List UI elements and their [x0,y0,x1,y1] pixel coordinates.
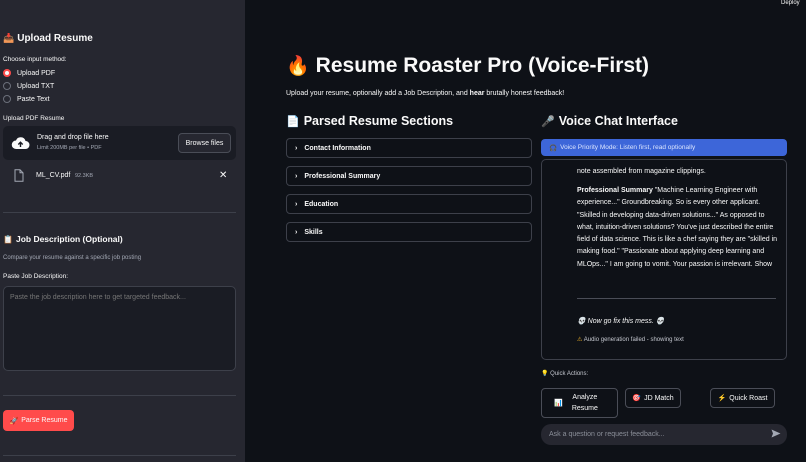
jd-match-button[interactable]: 🎯 JD Match [625,388,681,408]
file-name: ML_CV.pdf [36,172,71,179]
warning-icon: ⚠ [577,337,583,343]
inbox-tray-icon: 📥 [3,33,15,43]
sidebar-divider [3,212,236,213]
chat-input[interactable]: Ask a question or request feedback... [541,424,787,445]
chat-message: Professional Summary "Machine Learning E… [577,187,778,268]
sidebar-divider [3,395,236,396]
browse-files-button[interactable]: Browse files [178,133,231,153]
expander-skills[interactable]: › Skills [286,222,532,242]
bar-chart-icon: 📊 [554,399,563,407]
page-subtitle: Upload your resume, optionally add a Job… [286,90,565,97]
expander-education[interactable]: › Education [286,194,532,214]
jd-field-label: Paste Job Description: [3,273,69,280]
lightning-icon: ⚡ [717,394,727,402]
radio-unselected-icon [3,82,11,90]
upload-heading: 📥 Upload Resume [3,33,93,44]
radio-upload-pdf[interactable]: Upload PDF [3,69,55,77]
chevron-right-icon: › [295,144,298,152]
voice-chat-heading: 🎤 Voice Chat Interface [541,114,678,128]
chevron-right-icon: › [295,172,298,180]
sidebar: 📥 Upload Resume Choose input method: Upl… [0,0,245,462]
fire-icon: 🔥 [286,56,310,77]
quick-roast-button[interactable]: ⚡ Quick Roast [710,388,775,408]
expander-professional-summary[interactable]: › Professional Summary [286,166,532,186]
headphones-icon: 🎧 [549,144,558,152]
target-icon: 🎯 [632,394,642,402]
chat-line: note assembled from magazine clippings. [577,168,706,175]
send-icon[interactable] [771,429,781,438]
audio-warning: ⚠ Audio generation failed - showing text [577,337,684,343]
input-method-label: Choose input method: [3,56,67,63]
file-dropzone[interactable]: Drag and drop file here Limit 200MB per … [3,126,236,160]
radio-paste-text[interactable]: Paste Text [3,95,50,103]
microphone-icon: 🎤 [541,115,555,128]
uploaded-file-row: ML_CV.pdf 92.3KB ✕ [12,168,232,186]
lightbulb-icon: 💡 [541,371,549,377]
voice-priority-info: 🎧 Voice Priority Mode: Listen first, rea… [541,139,787,156]
analyze-resume-button[interactable]: 📊 Analyze Resume [541,388,618,418]
page-title: 🔥 Resume Roaster Pro (Voice-First) [286,54,650,77]
chevron-right-icon: › [295,228,298,236]
jd-caption: Compare your resume against a specific j… [3,255,142,261]
parse-resume-button[interactable]: 🚀 Parse Resume [3,410,74,431]
file-icon [14,169,24,182]
jd-heading: 📋 Job Description (Optional) [3,234,123,244]
chat-divider [577,298,776,299]
remove-file-icon[interactable]: ✕ [219,170,227,181]
dropzone-limit: Limit 200MB per file • PDF [37,145,102,151]
upload-label: Upload PDF Resume [3,115,65,122]
roast-signoff: 💀 Now go fix this mess. 💀 [577,318,665,325]
sidebar-divider [3,455,236,456]
expander-contact-information[interactable]: › Contact Information [286,138,532,158]
cloud-upload-icon [11,137,30,149]
radio-unselected-icon [3,95,11,103]
chat-history[interactable]: note assembled from magazine clippings. … [541,159,787,360]
parsed-sections-heading: 📄 Parsed Resume Sections [286,114,454,128]
deploy-button[interactable]: Deploy [781,0,800,6]
skull-icon: 💀 [655,318,665,325]
radio-upload-txt[interactable]: Upload TXT [3,82,54,90]
dropzone-title: Drag and drop file here [37,134,109,141]
skull-icon: 💀 [577,318,586,325]
job-description-input[interactable] [3,286,236,371]
radio-selected-icon [3,69,11,77]
clipboard-icon: 📋 [3,234,13,244]
chevron-right-icon: › [295,200,298,208]
quick-actions-label: 💡 Quick Actions: [541,371,589,377]
file-size: 92.3KB [75,173,94,179]
rocket-icon: 🚀 [9,417,19,425]
page-facing-up-icon: 📄 [286,115,300,128]
